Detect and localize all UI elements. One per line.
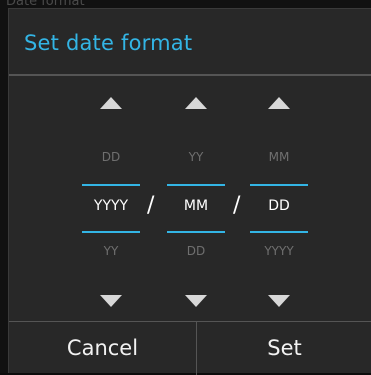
picker-option-below[interactable]: YY xyxy=(81,244,141,258)
separator-slash: / xyxy=(147,193,155,218)
picker-column-3[interactable]: MM DD YYYY xyxy=(249,89,309,309)
picker-option-above[interactable]: MM xyxy=(249,150,309,164)
picker-selected-value[interactable]: YYYY xyxy=(81,198,141,214)
selection-line-bottom xyxy=(167,231,225,233)
selection-line-bottom xyxy=(250,231,308,233)
picker-option-below[interactable]: DD xyxy=(166,244,226,258)
decrement-arrow-icon[interactable] xyxy=(268,295,290,307)
picker-option-below[interactable]: YYYY xyxy=(249,244,309,258)
selection-line-bottom xyxy=(82,231,140,233)
date-format-dialog: Set date format DD YYYY YY / YY MM DD / … xyxy=(8,8,371,375)
selection-line-top xyxy=(250,184,308,186)
selection-line-top xyxy=(82,184,140,186)
set-button[interactable]: Set xyxy=(197,322,371,375)
dialog-title: Set date format xyxy=(24,31,193,55)
increment-arrow-icon[interactable] xyxy=(268,97,290,109)
title-divider xyxy=(9,74,371,76)
decrement-arrow-icon[interactable] xyxy=(100,295,122,307)
dialog-button-bar: Cancel Set xyxy=(9,321,371,375)
separator-slash: / xyxy=(233,193,241,218)
picker-option-above[interactable]: DD xyxy=(81,150,141,164)
picker-selected-value[interactable]: MM xyxy=(166,198,226,214)
increment-arrow-icon[interactable] xyxy=(185,97,207,109)
increment-arrow-icon[interactable] xyxy=(100,97,122,109)
decrement-arrow-icon[interactable] xyxy=(185,295,207,307)
picker-column-2[interactable]: YY MM DD xyxy=(166,89,226,309)
picker-column-1[interactable]: DD YYYY YY xyxy=(81,89,141,309)
cancel-button[interactable]: Cancel xyxy=(9,322,196,375)
picker-selected-value[interactable]: DD xyxy=(249,198,309,214)
selection-line-top xyxy=(167,184,225,186)
picker-option-above[interactable]: YY xyxy=(166,150,226,164)
